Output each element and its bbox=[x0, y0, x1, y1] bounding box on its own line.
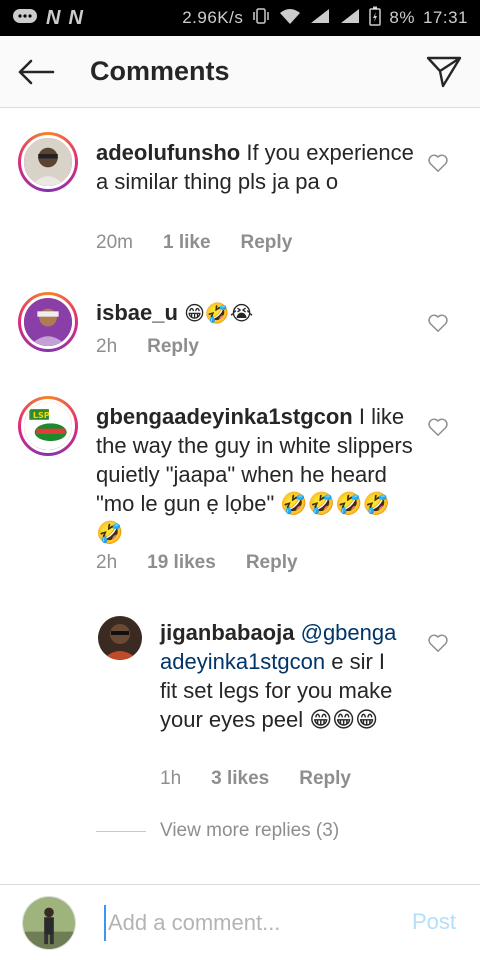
comment-likes[interactable]: 3 likes bbox=[211, 768, 269, 790]
vibrate-icon bbox=[251, 7, 271, 30]
back-button[interactable] bbox=[0, 36, 72, 108]
comment-meta: 2h Reply bbox=[96, 336, 199, 358]
comment-username[interactable]: isbae_u bbox=[96, 300, 178, 325]
comment-likes[interactable]: 1 like bbox=[163, 232, 211, 254]
comments-list: adeolufunsho If you experience a similar… bbox=[0, 108, 480, 884]
message-icon bbox=[12, 7, 38, 30]
reply-button[interactable]: Reply bbox=[246, 552, 298, 574]
comment-likes[interactable]: 19 likes bbox=[147, 552, 216, 574]
heart-icon[interactable] bbox=[427, 416, 449, 438]
comment-body: isbae_u 😁🤣😭 bbox=[96, 298, 416, 328]
comment-username[interactable]: jiganbabaoja bbox=[160, 620, 294, 645]
network-speed: 2.96K/s bbox=[182, 8, 244, 27]
view-more-replies[interactable]: View more replies (3) bbox=[96, 820, 339, 842]
arrow-left-icon bbox=[18, 59, 55, 84]
post-button[interactable]: Post bbox=[412, 909, 456, 935]
comment-time: 20m bbox=[96, 232, 133, 253]
n-icon: N bbox=[46, 6, 61, 29]
wifi-icon bbox=[279, 7, 301, 30]
avatar[interactable]: LSP bbox=[18, 396, 78, 456]
paper-plane-icon bbox=[426, 56, 462, 87]
app-header: Comments bbox=[0, 36, 480, 108]
comment-text: 😁🤣😭 bbox=[184, 301, 254, 325]
comment-meta: 20m 1 like Reply bbox=[96, 232, 292, 254]
battery-level: 8% bbox=[389, 8, 415, 27]
avatar bbox=[22, 896, 76, 950]
comment-input[interactable] bbox=[104, 905, 384, 941]
heart-icon[interactable] bbox=[427, 312, 449, 334]
reply-button[interactable]: Reply bbox=[241, 232, 293, 254]
page-title: Comments bbox=[90, 56, 230, 86]
heart-icon[interactable] bbox=[427, 632, 449, 654]
view-more-label: View more replies (3) bbox=[160, 820, 340, 841]
comment-time: 2h bbox=[96, 552, 118, 573]
comment-composer: Post bbox=[0, 884, 480, 960]
battery-icon bbox=[369, 6, 382, 31]
comment-time: 1h bbox=[160, 768, 182, 789]
comment-body: adeolufunsho If you experience a similar… bbox=[96, 138, 416, 196]
share-button[interactable] bbox=[408, 36, 480, 108]
avatar[interactable] bbox=[98, 616, 142, 660]
svg-text:LSP: LSP bbox=[33, 411, 50, 420]
signal-icon bbox=[309, 7, 331, 30]
clock: 17:31 bbox=[422, 8, 468, 27]
comment-body: gbengaadeyinka1stgcon I like the way the… bbox=[96, 402, 416, 547]
signal-icon bbox=[339, 7, 361, 30]
reply-button[interactable]: Reply bbox=[299, 768, 351, 790]
comment-meta: 2h 19 likes Reply bbox=[96, 552, 298, 574]
avatar[interactable] bbox=[18, 292, 78, 352]
comment-body: jiganbabaoja @gbengaadeyinka1stgcon e si… bbox=[160, 618, 408, 734]
avatar[interactable] bbox=[18, 132, 78, 192]
n-icon: N bbox=[68, 6, 83, 29]
comment-meta: 1h 3 likes Reply bbox=[160, 768, 351, 790]
status-bar: N N 2.96K/s 8% 17:31 bbox=[0, 0, 480, 36]
comment-username[interactable]: adeolufunsho bbox=[96, 140, 240, 165]
heart-icon[interactable] bbox=[427, 152, 449, 174]
comment-time: 2h bbox=[96, 336, 118, 357]
reply-button[interactable]: Reply bbox=[147, 336, 199, 358]
divider-line bbox=[96, 830, 146, 832]
comment-username[interactable]: gbengaadeyinka1stgcon bbox=[96, 404, 353, 429]
